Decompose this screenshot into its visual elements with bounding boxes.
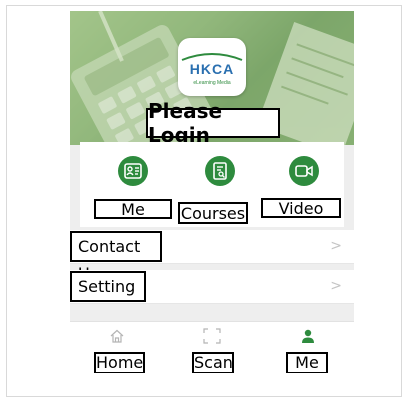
list-item-contact-us[interactable]: Contact Us > [70, 230, 354, 283]
tab-home[interactable]: Home [70, 322, 164, 373]
home-icon [110, 329, 124, 343]
svg-text:HKCA: HKCA [190, 61, 234, 77]
please-login-button[interactable]: Please Login [146, 99, 280, 145]
tab-scan-label: Scan [192, 352, 234, 373]
video-camera-icon [289, 156, 319, 186]
chevron-right-icon: > [330, 238, 342, 254]
quick-item-me[interactable]: Me [93, 142, 173, 227]
setting-label: Setting [70, 271, 146, 302]
quick-item-courses[interactable]: Courses [178, 142, 260, 227]
quick-item-me-label: Me [94, 199, 172, 219]
tab-scan[interactable]: Scan [165, 322, 259, 373]
bottom-tab-bar: Home Scan Me [70, 321, 354, 373]
contact-us-label: Contact Us [70, 231, 162, 283]
list-item-setting[interactable]: Setting > [70, 270, 354, 304]
app-screen: HKCA eLearning Media Please Login Me Cou… [70, 11, 354, 373]
person-icon [302, 329, 314, 343]
svg-text:eLearning Media: eLearning Media [193, 80, 230, 86]
quick-item-video-label: Video [261, 198, 341, 218]
scan-icon [203, 328, 221, 344]
app-logo: HKCA eLearning Media [178, 38, 246, 96]
profile-header: HKCA eLearning Media Please Login [70, 11, 354, 145]
contact-card-icon [118, 156, 148, 186]
tab-me[interactable]: Me [260, 322, 354, 373]
quick-item-video[interactable]: Video [261, 142, 344, 227]
tab-me-label: Me [286, 352, 328, 373]
hkca-logo-icon: HKCA eLearning Media [181, 53, 243, 86]
quick-menu-card: Me Courses Video [80, 142, 344, 227]
chevron-right-icon: > [330, 278, 342, 294]
course-document-icon [205, 156, 235, 186]
quick-item-courses-label: Courses [178, 202, 248, 224]
tab-home-label: Home [94, 352, 145, 373]
